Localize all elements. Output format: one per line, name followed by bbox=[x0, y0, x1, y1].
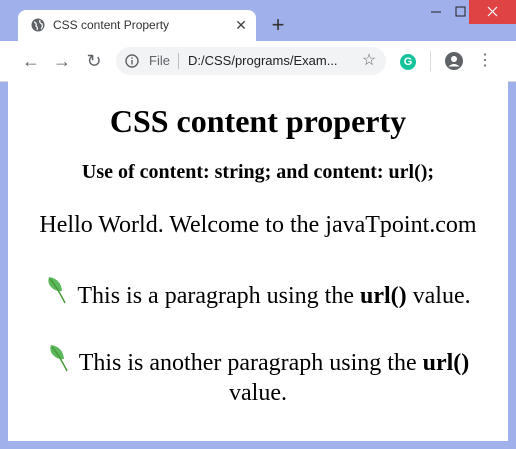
paragraph-1: This is a paragraph using the url() valu… bbox=[8, 275, 508, 310]
url-text[interactable]: D:/CSS/programs/Exam... bbox=[188, 53, 338, 68]
file-label: File bbox=[149, 53, 170, 68]
info-icon[interactable] bbox=[125, 54, 139, 68]
globe-icon bbox=[31, 18, 45, 32]
minimize-icon[interactable] bbox=[420, 0, 452, 24]
paragraph-1-end: value. bbox=[406, 283, 471, 309]
browser-window: CSS content Property ✕ + ← → ↻ File D:/C… bbox=[0, 0, 516, 449]
paragraph-2: This is another paragraph using the url(… bbox=[8, 345, 508, 407]
hello-text: Hello World. Welcome to the javaTpoint.c… bbox=[39, 212, 477, 238]
leaf-icon bbox=[48, 277, 67, 304]
paragraph-2-text: This is another paragraph using the bbox=[78, 350, 423, 376]
reload-icon[interactable]: ↻ bbox=[84, 51, 104, 71]
browser-toolbar: ← → ↻ File D:/CSS/programs/Exam... ☆ G ⋮ bbox=[0, 41, 516, 82]
page-title: CSS content property bbox=[109, 103, 407, 139]
omnibox-separator bbox=[178, 53, 179, 69]
page-content: CSS content property Use of content: str… bbox=[8, 81, 508, 441]
address-bar[interactable]: File D:/CSS/programs/Exam... ☆ bbox=[116, 47, 386, 75]
star-icon[interactable]: ☆ bbox=[359, 51, 379, 71]
tab-strip: CSS content Property ✕ + bbox=[0, 0, 516, 41]
new-tab-button[interactable]: + bbox=[268, 14, 288, 36]
toolbar-divider bbox=[430, 51, 431, 71]
kebab-menu-icon[interactable]: ⋮ bbox=[477, 51, 493, 71]
paragraph-2-end: value. bbox=[229, 380, 287, 406]
paragraph-1-text: This is a paragraph using the bbox=[77, 283, 360, 309]
page-subtitle: Use of content: string; and content: url… bbox=[81, 161, 435, 183]
back-arrow-icon[interactable]: ← bbox=[21, 51, 41, 71]
paragraph-2-bold: url() bbox=[422, 350, 470, 376]
grammarly-icon[interactable]: G bbox=[400, 54, 416, 70]
forward-arrow-icon[interactable]: → bbox=[52, 51, 72, 71]
paragraph-1-bold: url() bbox=[359, 283, 407, 309]
leaf-icon bbox=[50, 345, 68, 372]
close-icon[interactable]: ✕ bbox=[233, 17, 249, 33]
tab-title: CSS content Property bbox=[53, 18, 170, 32]
window-close-icon[interactable] bbox=[469, 0, 516, 24]
profile-icon[interactable] bbox=[445, 52, 463, 70]
browser-tab[interactable]: CSS content Property ✕ bbox=[18, 10, 256, 41]
